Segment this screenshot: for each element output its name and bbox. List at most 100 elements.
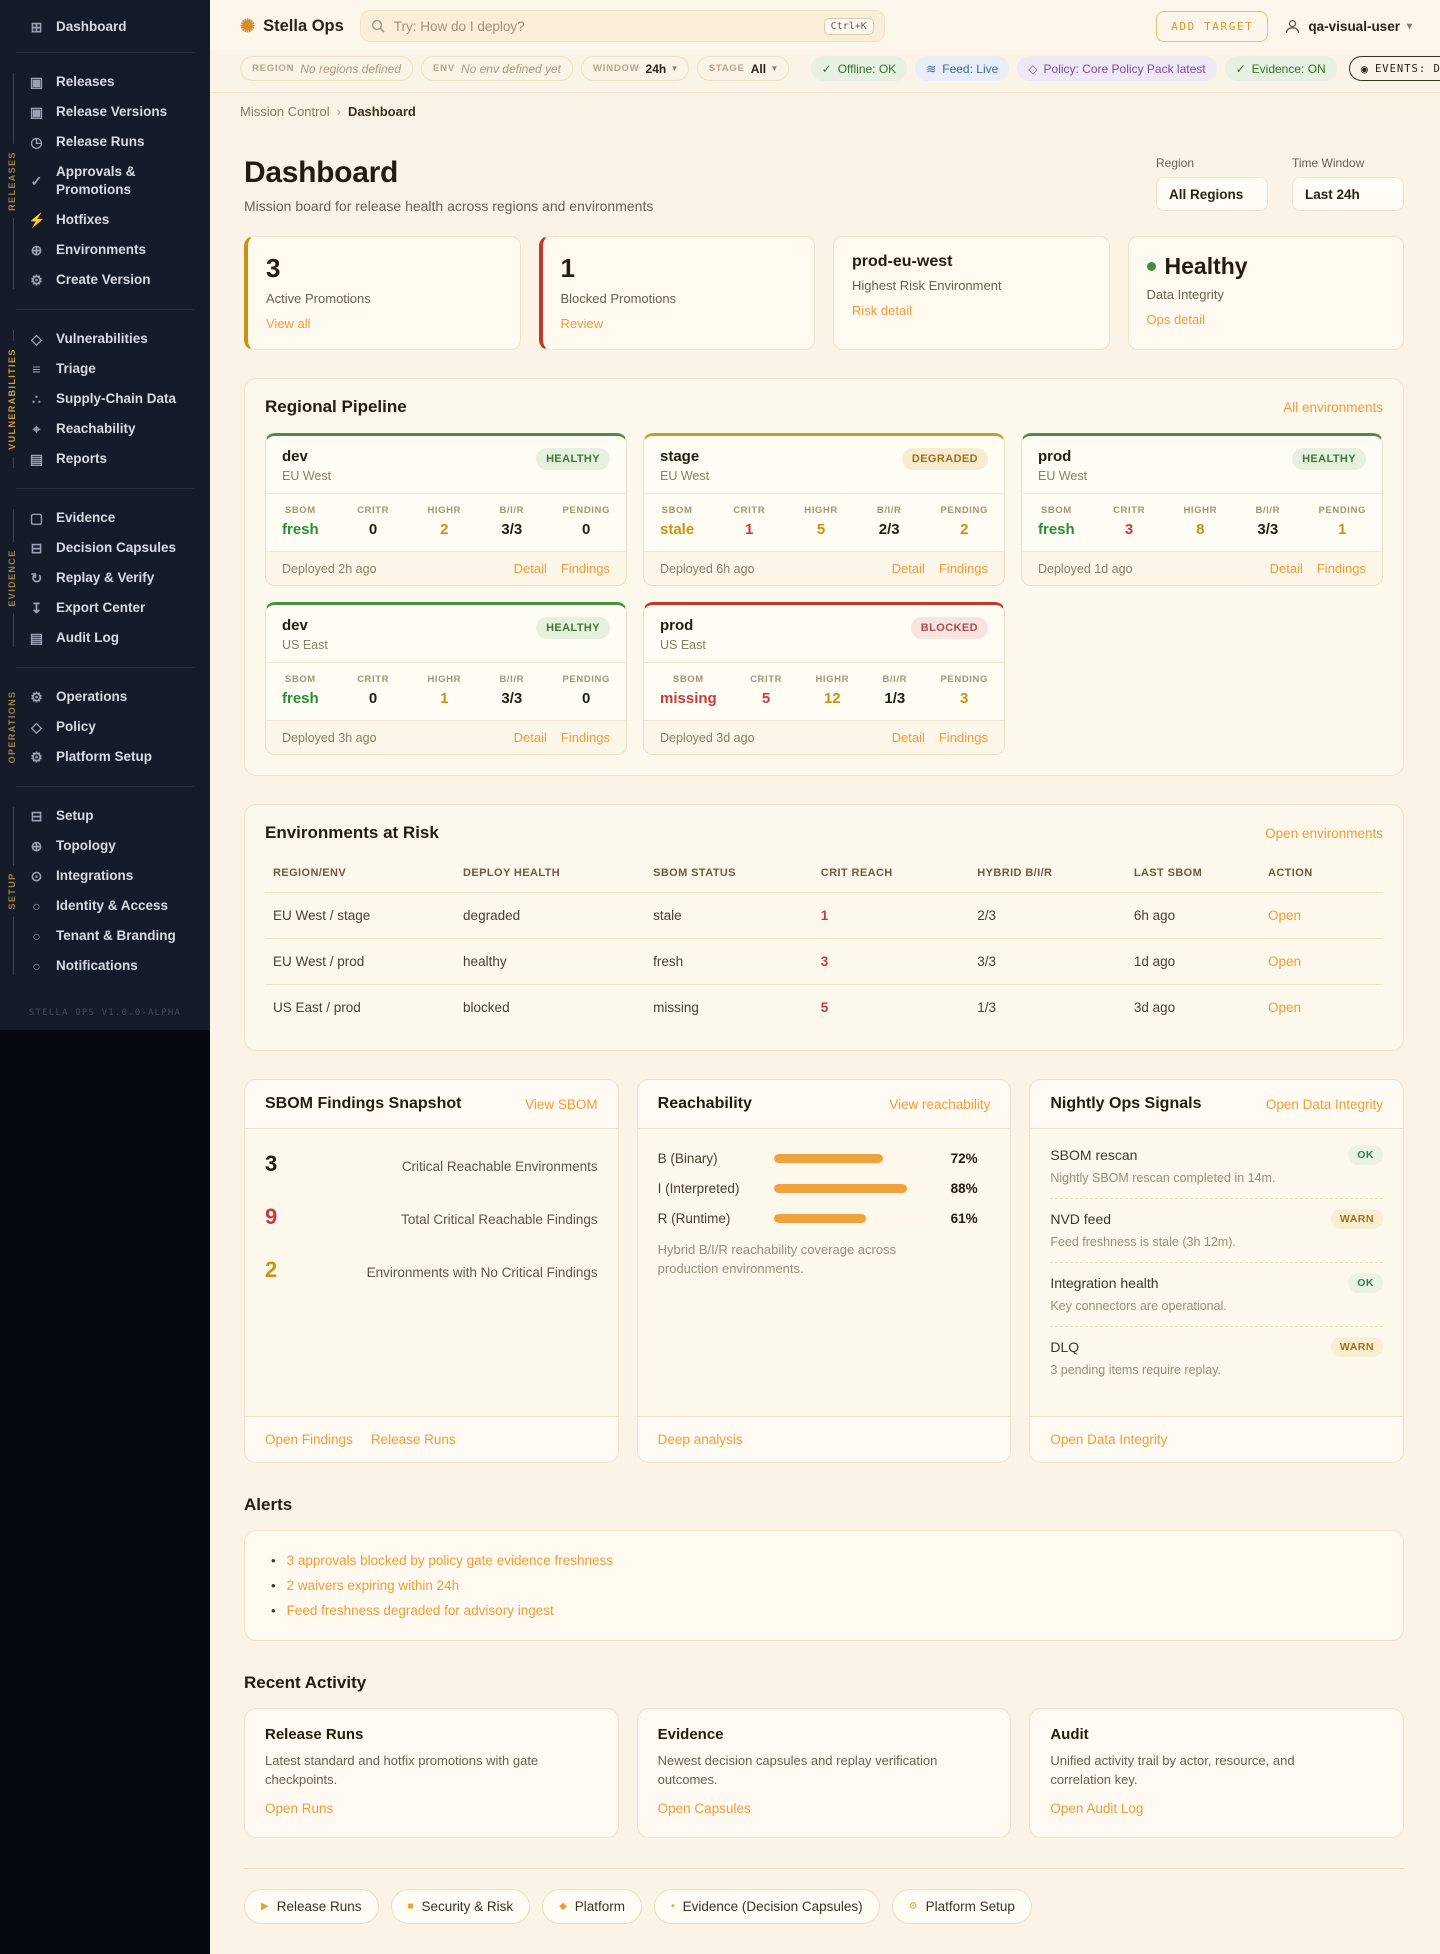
sidebar: ⊞ Dashboard RELEASES ▣ Releases ▣ Release … [0,0,210,1030]
user-icon [1286,19,1300,33]
open-link[interactable]: Open [1268,954,1301,969]
release-runs-link[interactable]: Release Runs [371,1432,456,1447]
detail-link[interactable]: Detail [892,561,925,576]
sbom-cell: fresh [645,938,813,985]
shield-icon: ◇ [31,719,42,735]
sidebar-group-vulnerabilities: VULNERABILITIES ◇ Vulnerabilities ≡ Triage… [0,320,210,478]
detail-link[interactable]: Detail [892,730,925,745]
open-link[interactable]: Open [1268,908,1301,923]
detail-link[interactable]: Detail [1270,561,1303,576]
time-window-select[interactable]: Last 24h [1292,177,1404,211]
stage-select-pill[interactable]: STAGE All ▾ [696,56,789,81]
ops-detail-link[interactable]: Ops detail [1147,312,1206,327]
detail-link[interactable]: Detail [514,730,547,745]
stat-label: PENDING [1318,505,1366,516]
region-filter-pill[interactable]: REGION No regions defined [240,56,414,81]
env-region: US East [282,638,328,652]
window-select-pill[interactable]: WINDOW 24h ▾ [581,56,689,81]
brand: ✺ Stella Ops [240,16,344,37]
sidebar-item-hotfixes[interactable]: ⚡ Hotfixes [0,205,210,235]
archive-icon: ⊟ [30,540,43,556]
findings-link[interactable]: Findings [939,730,988,745]
top-header: ✺ Stella Ops Try: How do I deploy? Ctrl+… [210,0,1440,50]
sidebar-item-reports[interactable]: ▤ Reports [0,444,210,474]
view-sbom-link[interactable]: View SBOM [525,1097,598,1112]
alert-link[interactable]: 3 approvals blocked by policy gate evide… [287,1553,613,1568]
sidebar-item-reachability[interactable]: ⌖ Reachability [0,414,210,444]
sidebar-item-evidence[interactable]: ▢ Evidence [0,503,210,533]
alert-link[interactable]: 2 waivers expiring within 24h [287,1578,460,1593]
open-link[interactable]: Open [1268,1000,1301,1015]
findings-link[interactable]: Findings [561,561,610,576]
hybrid-cell: 2/3 [969,892,1126,939]
card-description: Newest decision capsules and replay veri… [657,1753,938,1787]
stat-label: HIGHR [427,674,462,685]
findings-link[interactable]: Findings [1317,561,1366,576]
sidebar-item-integrations[interactable]: ⊙ Integrations [0,861,210,891]
sidebar-item-dashboard[interactable]: ⊞ Dashboard [0,12,210,42]
all-environments-link[interactable]: All environments [1283,400,1383,415]
user-menu[interactable]: qa-visual-user ▾ [1284,18,1412,35]
sidebar-item-triage[interactable]: ≡ Triage [0,354,210,384]
sidebar-item-audit-log[interactable]: ▤ Audit Log [0,623,210,653]
group-label-setup: SETUP [7,865,17,917]
sidebar-item-environments[interactable]: ⊕ Environments [0,235,210,265]
sidebar-item-tenant-branding[interactable]: ○ Tenant & Branding [0,921,210,951]
sidebar-item-label: Topology [56,838,116,853]
view-all-link[interactable]: View all [266,316,311,331]
chip-release-runs[interactable]: ▶ Release Runs [244,1888,379,1924]
open-runs-link[interactable]: Open Runs [265,1801,333,1816]
open-findings-link[interactable]: Open Findings [265,1432,353,1447]
env-name: prod [660,617,694,634]
check-circle-icon: ✓ [821,61,832,76]
sidebar-item-supply-chain-data[interactable]: ∴ Supply-Chain Data [0,384,210,414]
sidebar-item-release-runs[interactable]: ◷ Release Runs [0,127,210,157]
pending-value: 3 [960,690,969,707]
env-filter-pill[interactable]: ENV No env defined yet [421,56,574,81]
bar-label: R (Runtime) [657,1211,731,1226]
sidebar-item-operations[interactable]: ⚙ Operations [0,682,210,712]
open-environments-link[interactable]: Open environments [1265,826,1383,841]
events-status-pill[interactable]: ◉EVENTS: DEGRADED [1348,56,1440,81]
stat-label: HIGHR [427,505,462,516]
env-name: dev [282,448,308,465]
alert-link[interactable]: Feed freshness degraded for advisory ing… [287,1603,554,1618]
open-capsules-link[interactable]: Open Capsules [658,1801,751,1816]
chip-platform-setup[interactable]: ⚙ Platform Setup [891,1888,1032,1924]
global-search-input[interactable]: Try: How do I deploy? Ctrl+K [359,10,885,42]
detail-link[interactable]: Detail [514,561,547,576]
sidebar-item-vulnerabilities[interactable]: ◇ Vulnerabilities [0,324,210,354]
sidebar-item-setup[interactable]: ⊟ Setup [0,801,210,831]
sidebar-item-release-versions[interactable]: ▣ Release Versions [0,97,210,127]
sidebar-item-create-version[interactable]: ⚙ Create Version [0,265,210,295]
sidebar-item-platform-setup[interactable]: ⚙ Platform Setup [0,742,210,772]
risk-detail-link[interactable]: Risk detail [852,303,912,318]
sidebar-item-export-center[interactable]: ↧ Export Center [0,593,210,623]
chip-security-risk[interactable]: ■ Security & Risk [390,1888,531,1924]
alert-item: • 2 waivers expiring within 24h [271,1573,1377,1598]
time-window-select-label: Time Window [1292,156,1365,170]
region-select[interactable]: All Regions [1156,177,1268,211]
sidebar-item-topology[interactable]: ⊕ Topology [0,831,210,861]
chip-evidence-capsules[interactable]: • Evidence (Decision Capsules) [654,1888,880,1924]
stat-label: SBOM [1040,505,1072,516]
chip-platform[interactable]: ◆ Platform [542,1888,643,1924]
pipeline-card-prod-us-east: prod US East BLOCKED SBOM missing CRITR 5 H… [643,602,1005,755]
findings-link[interactable]: Findings [939,561,988,576]
sidebar-item-decision-capsules[interactable]: ⊟ Decision Capsules [0,533,210,563]
open-data-integrity-link[interactable]: Open Data Integrity [1266,1097,1383,1112]
sidebar-item-releases[interactable]: ▣ Releases [0,67,210,97]
open-data-integrity-footer-link[interactable]: Open Data Integrity [1050,1432,1167,1447]
breadcrumb-parent[interactable]: Mission Control [240,104,330,119]
deep-analysis-link[interactable]: Deep analysis [658,1432,743,1447]
open-audit-log-link[interactable]: Open Audit Log [1050,1801,1143,1816]
sidebar-item-notifications[interactable]: ○ Notifications [0,951,210,981]
sidebar-item-identity-access[interactable]: ○ Identity & Access [0,891,210,921]
findings-link[interactable]: Findings [561,730,610,745]
view-reachability-link[interactable]: View reachability [889,1097,990,1112]
sidebar-item-policy[interactable]: ◇ Policy [0,712,210,742]
add-target-button[interactable]: ADD TARGET [1156,10,1269,42]
sidebar-item-replay-verify[interactable]: ↻ Replay & Verify [0,563,210,593]
review-link[interactable]: Review [561,316,604,331]
sidebar-item-approvals-promotions[interactable]: ✓ Approvals & Promotions [0,157,210,205]
